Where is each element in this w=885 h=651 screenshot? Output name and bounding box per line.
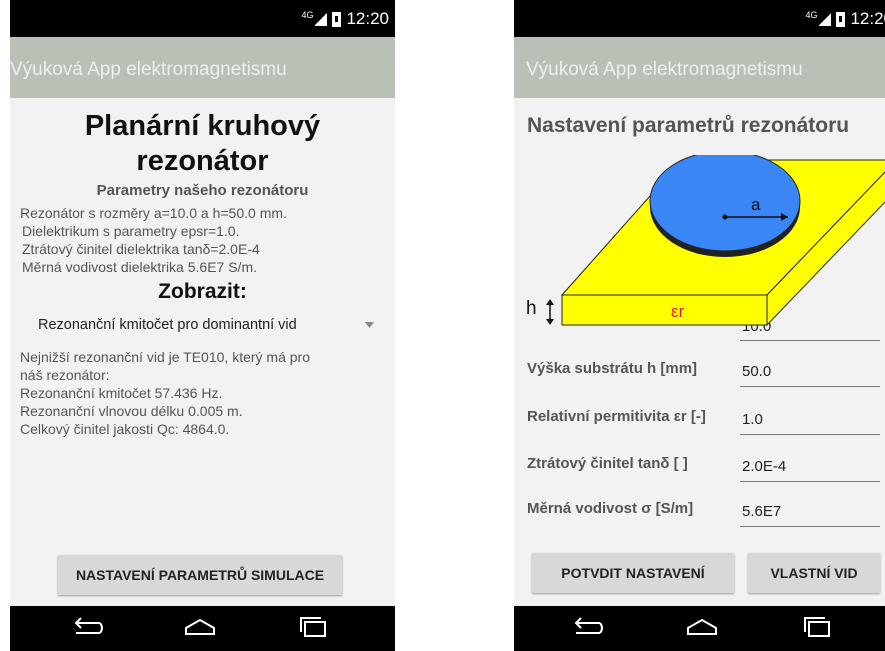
display-mode-dropdown[interactable]: Rezonanční kmitočet pro dominantní vid (28, 313, 378, 339)
permittivity-input[interactable] (740, 405, 880, 435)
app-title: Výuková App elektromagnetismu (526, 59, 803, 80)
param-line: Rezonátor s rozměry a=10.0 a h=50.0 mm. (20, 205, 287, 221)
app-title: Výuková App elektromagnetismu (10, 59, 287, 80)
param-line: Dielektrikum s parametry epsr=1.0. (22, 223, 240, 239)
signal-icon: 4G (805, 10, 832, 26)
page-title-line2: rezonátor (136, 145, 269, 177)
conductivity-label: Měrná vodivost σ [S/m] (527, 500, 694, 517)
left-screen: 4G 12:20 Výuková App elektromagnetismu P… (10, 0, 395, 651)
conductivity-input[interactable] (740, 497, 880, 527)
recents-icon[interactable] (293, 614, 333, 642)
label-eps: εr (671, 302, 685, 321)
height-input[interactable] (740, 357, 880, 387)
result-line: Nejnižší rezonanční vid je TE010, který … (20, 349, 310, 365)
custom-mode-button[interactable]: VLASTNÍ VID (748, 553, 880, 593)
nav-bar (10, 606, 395, 651)
simulation-settings-button[interactable]: NASTAVENÍ PARAMETRŮ SIMULACE (58, 555, 342, 595)
recents-icon[interactable] (797, 614, 837, 642)
substrate-front (561, 294, 768, 326)
page-title: Nastavení parametrů rezonátoru (527, 114, 850, 137)
permittivity-label: Relativní permitivita εr [-] (527, 408, 706, 425)
battery-icon (836, 11, 846, 27)
status-time: 12:20 (850, 9, 885, 28)
home-icon[interactable] (682, 614, 722, 642)
status-time: 12:20 (346, 9, 389, 28)
result-line: Rezonanční kmitočet 57.436 Hz. (20, 385, 223, 401)
loss-tangent-input[interactable] (740, 452, 880, 482)
circular-patch (649, 155, 801, 252)
dropdown-arrow-icon (365, 322, 374, 328)
right-screen: 4G 12:20 Výuková App elektromagnetismu N… (514, 0, 885, 651)
loss-tangent-label: Ztrátový činitel tanδ [ ] (527, 455, 688, 472)
status-bar: 4G 12:20 (514, 0, 885, 37)
home-icon[interactable] (180, 614, 220, 642)
signal-icon: 4G (301, 10, 328, 26)
app-bar: Výuková App elektromagnetismu (10, 37, 395, 98)
param-line: Měrná vodivost dielektrika 5.6E7 S/m. (22, 259, 257, 275)
app-bar: Výuková App elektromagnetismu (514, 37, 885, 98)
result-line: Celkový činitel jakosti Qc: 4864.0. (20, 421, 230, 437)
param-line: Ztrátový činitel dielektrika tanδ=2.0E-4 (22, 241, 260, 257)
dropdown-value: Rezonanční kmitočet pro dominantní vid (38, 317, 297, 333)
resonator-diagram: a εr (560, 155, 885, 327)
confirm-settings-button[interactable]: POTVDIT NASTAVENÍ (532, 553, 734, 593)
back-icon[interactable] (67, 614, 107, 642)
params-title: Parametry našeho rezonátoru (96, 182, 309, 199)
result-line: náš rezonátor: (20, 367, 110, 383)
show-label: Zobrazit: (158, 280, 247, 303)
nav-bar (514, 606, 885, 651)
page-title-line1: Planární kruhový (84, 110, 321, 142)
label-a: a (751, 195, 761, 214)
battery-icon (332, 11, 342, 27)
back-icon[interactable] (567, 614, 607, 642)
result-line: Rezonanční vlnovou délku 0.005 m. (20, 403, 243, 419)
height-label: Výška substrátu h [mm] (527, 360, 698, 377)
thickness-arrow-icon (546, 299, 554, 325)
status-bar: 4G 12:20 (10, 0, 395, 37)
label-h: h (526, 298, 537, 319)
